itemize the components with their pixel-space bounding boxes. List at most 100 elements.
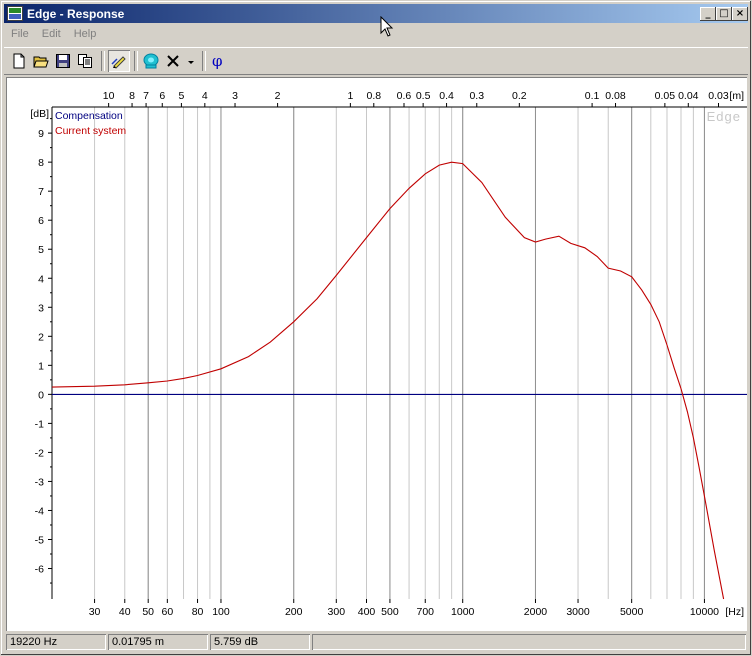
- x-tick-label: 700: [416, 606, 434, 618]
- x-tick-label: 10000: [690, 606, 719, 618]
- x-tick-label: 40: [119, 606, 131, 618]
- x-tick-label: 2000: [524, 606, 548, 618]
- toolbar-separator: [202, 51, 206, 71]
- save-icon: [56, 54, 70, 68]
- top-tick-label: 3: [232, 90, 238, 102]
- toolbar-separator: [101, 51, 105, 71]
- status-extra: [312, 634, 746, 650]
- x-tick-label: 300: [328, 606, 346, 618]
- top-tick-label: 0.4: [439, 90, 454, 102]
- speaker-button[interactable]: [140, 50, 162, 72]
- x-tick-label: 3000: [566, 606, 590, 618]
- top-tick-label: 0.5: [416, 90, 431, 102]
- x-tick-label: 500: [381, 606, 399, 618]
- y-tick-label: 0: [38, 389, 44, 401]
- y-tick-label: -4: [35, 505, 44, 517]
- delete-button[interactable]: [162, 50, 184, 72]
- top-tick-label: 2: [275, 90, 281, 102]
- app-icon: [7, 6, 23, 21]
- top-tick-label: 0.05: [655, 90, 676, 102]
- maximize-icon: □: [719, 8, 729, 19]
- y-tick-label: -2: [35, 447, 44, 459]
- legend-current-system: Current system: [55, 125, 126, 137]
- dropdown-arrow-icon: [188, 61, 194, 64]
- toolbar: φ: [4, 47, 748, 75]
- y-tick-label: -5: [35, 534, 44, 546]
- top-tick-label: 10: [103, 90, 115, 102]
- y-tick-label: 2: [38, 331, 44, 343]
- top-tick-label: 1: [347, 90, 353, 102]
- phase-button[interactable]: φ: [207, 50, 229, 72]
- menu-help[interactable]: Help: [67, 25, 103, 40]
- x-icon: [167, 55, 179, 67]
- top-tick-label: 0.08: [605, 90, 626, 102]
- toolbar-separator: [134, 51, 138, 71]
- pencil-icon: [111, 56, 126, 69]
- open-button[interactable]: [30, 50, 52, 72]
- response-chart[interactable]: 9876543210-1-2-3-4-5-6[dB]30 40 50 60 80 100 2…: [6, 77, 747, 631]
- delete-dropdown-button[interactable]: [184, 50, 198, 72]
- y-axis-label: [dB]: [30, 108, 49, 120]
- copy-button[interactable]: [74, 50, 96, 72]
- y-tick-label: -3: [35, 476, 44, 488]
- x-tick-label: 1000: [451, 606, 475, 618]
- close-icon: ×: [735, 8, 745, 19]
- mouse-cursor-icon: [380, 16, 394, 37]
- x-tick-label: 60: [161, 606, 173, 618]
- speaker-icon: [143, 53, 159, 69]
- app-window: Edge - Response _ □ × File Edit Help φ 9…: [0, 0, 752, 656]
- menu-file[interactable]: File: [4, 25, 35, 40]
- status-frequency: 19220 Hz: [6, 634, 106, 650]
- new-button[interactable]: [8, 50, 30, 72]
- top-tick-label: 7: [143, 90, 149, 102]
- x-tick-label: 200: [285, 606, 303, 618]
- status-distance: 0.01795 m: [108, 634, 208, 650]
- top-tick-label: 0.1: [585, 90, 600, 102]
- x-tick-label: 80: [192, 606, 204, 618]
- status-bar: 19220 Hz 0.01795 m 5.759 dB: [4, 633, 748, 652]
- y-tick-label: 5: [38, 244, 44, 256]
- y-tick-label: -1: [35, 418, 44, 430]
- y-tick-label: 3: [38, 302, 44, 314]
- plot-background: [52, 107, 747, 599]
- top-tick-label: 0.2: [512, 90, 527, 102]
- minimize-button[interactable]: _: [700, 7, 716, 21]
- menu-bar: File Edit Help: [4, 25, 748, 44]
- status-level: 5.759 dB: [210, 634, 310, 650]
- phase-icon: φ: [212, 52, 223, 70]
- save-button[interactable]: [52, 50, 74, 72]
- top-tick-label: 0.04: [678, 90, 699, 102]
- copy-icon: [78, 54, 92, 68]
- top-tick-label: 0.8: [366, 90, 381, 102]
- top-tick-label: 4: [202, 90, 208, 102]
- x-axis-label: [Hz]: [725, 606, 744, 618]
- x-tick-label: 100: [212, 606, 230, 618]
- y-tick-label: -6: [35, 564, 44, 576]
- new-icon: [13, 53, 25, 69]
- top-tick-label: 8: [129, 90, 135, 102]
- watermark: Edge: [707, 109, 741, 124]
- open-folder-icon: [33, 56, 49, 68]
- y-tick-label: 6: [38, 215, 44, 227]
- y-tick-label: 4: [38, 273, 44, 285]
- minimize-icon: _: [705, 8, 711, 19]
- close-button[interactable]: ×: [732, 7, 748, 21]
- top-tick-label: 0.3: [469, 90, 484, 102]
- x-tick-label: 50: [142, 606, 154, 618]
- x-tick-label: 400: [358, 606, 376, 618]
- legend-compensation: Compensation: [55, 110, 123, 122]
- x-tick-label: 5000: [620, 606, 644, 618]
- top-tick-label: 6: [159, 90, 165, 102]
- y-tick-label: 8: [38, 157, 44, 169]
- top-axis-label: [m]: [729, 90, 744, 102]
- title-bar[interactable]: Edge - Response _ □ ×: [4, 4, 748, 23]
- y-tick-label: 7: [38, 186, 44, 198]
- maximize-button[interactable]: □: [716, 7, 732, 21]
- top-tick-label: 0.03: [708, 90, 729, 102]
- window-title: Edge - Response: [27, 7, 125, 21]
- y-tick-label: 9: [38, 128, 44, 140]
- top-tick-label: 0.6: [397, 90, 412, 102]
- menu-edit[interactable]: Edit: [35, 25, 67, 40]
- top-tick-label: 5: [178, 90, 184, 102]
- pencil-button[interactable]: [108, 50, 130, 72]
